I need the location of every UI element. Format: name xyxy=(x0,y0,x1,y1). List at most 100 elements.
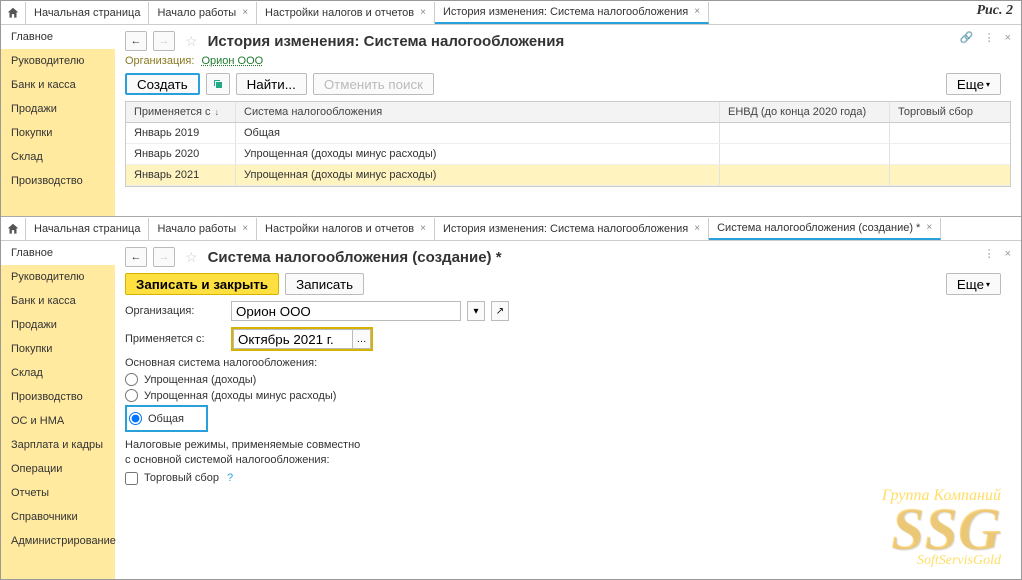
create-button[interactable]: Создать xyxy=(125,73,200,95)
close-icon[interactable]: × xyxy=(694,6,700,17)
tab-tax-settings[interactable]: Настройки налогов и отчетов × xyxy=(257,2,435,24)
more-button[interactable]: Еще ▾ xyxy=(946,73,1001,95)
sidebar-item-bank[interactable]: Банк и касса xyxy=(1,289,115,313)
sidebar-item-catalogs[interactable]: Справочники xyxy=(1,505,115,529)
sidebar-item-purchases[interactable]: Покупки xyxy=(1,337,115,361)
sidebar-item-production[interactable]: Производство xyxy=(1,385,115,409)
radio-simplified-expenses[interactable]: Упрощенная (доходы минус расходы) xyxy=(125,389,1011,402)
sidebar-item-warehouse[interactable]: Склад xyxy=(1,361,115,385)
sidebar-item-label: Покупки xyxy=(11,343,52,355)
sidebar-item-label: Склад xyxy=(11,367,43,379)
sidebar-item-sales[interactable]: Продажи xyxy=(1,313,115,337)
org-input[interactable] xyxy=(231,301,461,321)
star-icon[interactable]: ☆ xyxy=(185,249,198,266)
close-icon[interactable]: × xyxy=(242,223,248,234)
regimes-note: Налоговые режимы, применяемые совместно … xyxy=(125,438,1011,469)
save-button[interactable]: Записать xyxy=(285,273,364,295)
close-icon[interactable]: × xyxy=(694,223,700,234)
sidebar-item-admin[interactable]: Администрирование xyxy=(1,529,115,553)
sidebar-item-label: Главное xyxy=(11,31,53,43)
tab-label: Настройки налогов и отчетов xyxy=(265,223,414,235)
tab-create[interactable]: Система налогообложения (создание) *× xyxy=(709,218,941,240)
table-row[interactable]: Январь 2021 Упрощенная (доходы минус рас… xyxy=(126,165,1010,186)
home-icon[interactable] xyxy=(5,221,21,237)
radio-input[interactable] xyxy=(125,373,138,386)
tab-history[interactable]: История изменения: Система налогообложен… xyxy=(435,2,709,24)
sidebar-item-operations[interactable]: Операции xyxy=(1,457,115,481)
table-row[interactable]: Январь 2020 Упрощенная (доходы минус рас… xyxy=(126,144,1010,165)
checkbox-input[interactable] xyxy=(125,472,138,485)
nav-back[interactable]: ← xyxy=(125,31,147,51)
sidebar-item-label: Продажи xyxy=(11,319,57,331)
more-button[interactable]: Еще ▾ xyxy=(946,273,1001,295)
tab-home[interactable]: Начальная страница xyxy=(25,2,149,24)
menu-icon[interactable]: ⋮ xyxy=(984,31,995,44)
link-icon[interactable]: 🔗 xyxy=(960,31,974,44)
nav-forward[interactable]: → xyxy=(153,247,175,267)
tab-label: Настройки налогов и отчетов xyxy=(265,7,414,19)
star-icon[interactable]: ☆ xyxy=(185,33,198,50)
sidebar-item-manager[interactable]: Руководителю xyxy=(1,49,115,73)
home-icon[interactable] xyxy=(5,5,21,21)
radio-input[interactable] xyxy=(125,389,138,402)
copy-button[interactable] xyxy=(206,73,230,95)
close-icon[interactable]: × xyxy=(1005,248,1011,260)
sidebar-item-label: Администрирование xyxy=(11,535,116,547)
col-header-envd[interactable]: ЕНВД (до конца 2020 года) xyxy=(720,102,890,122)
find-button[interactable]: Найти... xyxy=(236,73,307,95)
nav-forward[interactable]: → xyxy=(153,31,175,51)
tab-start[interactable]: Начало работы× xyxy=(149,2,257,24)
tab-tax-settings[interactable]: Настройки налогов и отчетов × xyxy=(257,218,435,240)
col-header-fee[interactable]: Торговый сбор xyxy=(890,102,1010,122)
sidebar-item-manager[interactable]: Руководителю xyxy=(1,265,115,289)
cell: Общая xyxy=(236,123,720,143)
sidebar-item-label: Отчеты xyxy=(11,487,49,499)
button-label: Отменить поиск xyxy=(324,77,423,92)
tab-start[interactable]: Начало работы× xyxy=(149,218,257,240)
radio-input[interactable] xyxy=(129,412,142,425)
button-label: Найти... xyxy=(247,77,296,92)
tabbar-bottom: Начальная страница Начало работы× Настро… xyxy=(1,217,1021,241)
close-icon[interactable]: × xyxy=(420,7,426,18)
radio-simplified-income[interactable]: Упрощенная (доходы) xyxy=(125,373,1011,386)
sidebar-item-label: Банк и касса xyxy=(11,79,76,91)
sidebar-item-production[interactable]: Производство xyxy=(1,169,115,193)
close-icon[interactable]: × xyxy=(926,222,932,233)
nav-back[interactable]: ← xyxy=(125,247,147,267)
open-button[interactable]: ↗ xyxy=(491,301,509,321)
date-input[interactable] xyxy=(233,329,353,349)
cell xyxy=(890,123,1010,143)
org-value[interactable]: Орион ООО xyxy=(201,55,263,67)
sidebar-item-label: Зарплата и кадры xyxy=(11,439,103,451)
sidebar-item-purchases[interactable]: Покупки xyxy=(1,121,115,145)
sort-icon: ↓ xyxy=(215,107,220,117)
close-icon[interactable]: × xyxy=(1005,32,1011,44)
col-header-date[interactable]: Применяется с↓ xyxy=(126,102,236,122)
table-row[interactable]: Январь 2019 Общая xyxy=(126,123,1010,144)
cancel-search-button[interactable]: Отменить поиск xyxy=(313,73,434,95)
save-close-button[interactable]: Записать и закрыть xyxy=(125,273,279,295)
sidebar-item-reports[interactable]: Отчеты xyxy=(1,481,115,505)
sidebar-item-payroll[interactable]: Зарплата и кадры xyxy=(1,433,115,457)
sidebar-item-label: Руководителю xyxy=(11,55,84,67)
sidebar-item-os-nma[interactable]: ОС и НМА xyxy=(1,409,115,433)
date-picker-button[interactable]: … xyxy=(353,329,371,349)
org-label: Организация: xyxy=(125,55,194,67)
close-icon[interactable]: × xyxy=(420,223,426,234)
sidebar-item-sales[interactable]: Продажи xyxy=(1,97,115,121)
menu-icon[interactable]: ⋮ xyxy=(984,247,995,260)
sidebar-item-warehouse[interactable]: Склад xyxy=(1,145,115,169)
dropdown-button[interactable]: ▾ xyxy=(467,301,485,321)
sidebar-item-bank[interactable]: Банк и касса xyxy=(1,73,115,97)
radio-general[interactable]: Общая xyxy=(129,412,184,425)
sidebar-item-main[interactable]: Главное xyxy=(1,25,115,49)
tab-history[interactable]: История изменения: Система налогообложен… xyxy=(435,218,709,240)
sidebar-item-label: Производство xyxy=(11,175,83,187)
col-header-system[interactable]: Система налогообложения xyxy=(236,102,720,122)
help-icon[interactable]: ? xyxy=(227,472,233,484)
check-trade-fee[interactable]: Торговый сбор? xyxy=(125,472,1011,485)
close-icon[interactable]: × xyxy=(242,7,248,18)
tab-home[interactable]: Начальная страница xyxy=(25,218,149,240)
page-title: История изменения: Система налогообложен… xyxy=(208,33,565,50)
sidebar-item-main[interactable]: Главное xyxy=(1,241,115,265)
